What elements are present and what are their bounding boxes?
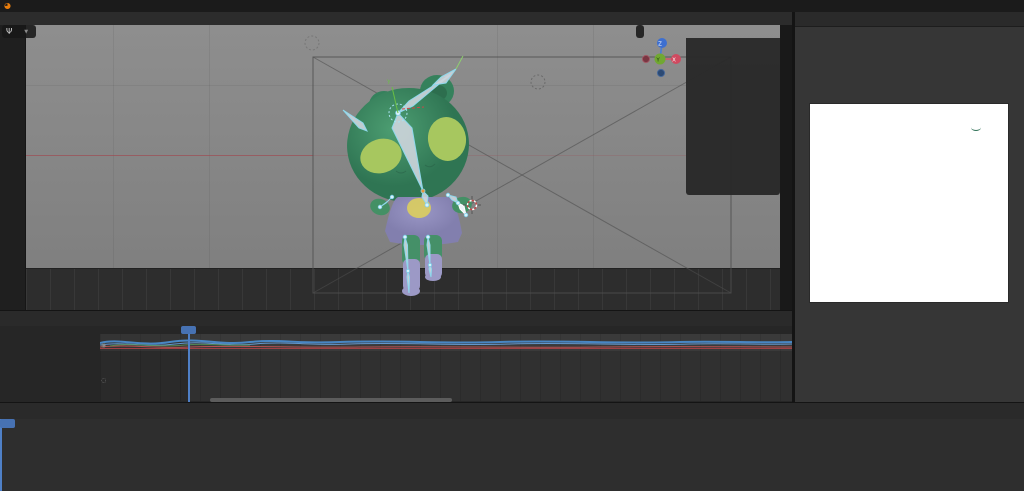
chevron-down-icon: ▼ — [24, 29, 28, 35]
current-frame-pill[interactable] — [0, 419, 15, 428]
dope-sheet-ruler[interactable] — [0, 326, 792, 334]
scene-canvas[interactable]: Y Z X — [0, 25, 792, 310]
image-editor-header — [795, 12, 1024, 27]
dope-sheet-keys-area[interactable]: ◉ ◌ — [100, 334, 792, 401]
viewport-toolbar — [0, 25, 26, 310]
current-frame-pill[interactable] — [181, 326, 196, 334]
add-workspace-button[interactable] — [23, 5, 35, 7]
blender-window: ◕ — [0, 0, 1024, 491]
bone-axis-y-label: Y — [386, 79, 391, 86]
dope-sheet-channels — [0, 334, 100, 401]
blender-logo-icon[interactable]: ◕ — [4, 2, 11, 10]
playhead-line[interactable] — [188, 326, 190, 402]
viewport-header: Ψ ▼ — [2, 25, 36, 38]
timeline — [0, 402, 1024, 491]
empty-circle — [305, 36, 319, 50]
tool-settings-bar — [0, 12, 792, 26]
empty-circle — [531, 75, 545, 89]
viewport-shading-cluster — [636, 25, 644, 38]
axis-y-label: Y — [655, 58, 660, 64]
timeline-body[interactable] — [0, 419, 1024, 491]
viewport-3d[interactable]: Y Z X — [0, 25, 792, 310]
smile-mark — [971, 124, 981, 131]
texture-image[interactable] — [810, 104, 1008, 302]
axis-z-label: Z — [658, 42, 662, 48]
editor-divider[interactable] — [792, 12, 795, 402]
channel-extra-icon: ◌ — [101, 378, 106, 384]
timeline-header — [0, 403, 1024, 420]
playhead-line[interactable] — [0, 419, 2, 491]
pose-mode-icon: Ψ — [6, 28, 12, 36]
nav-gizmo[interactable]: Z X Y — [642, 38, 681, 77]
fcurve-preview — [100, 334, 792, 353]
axis-x-label: X — [672, 58, 676, 64]
n-panel — [686, 38, 780, 195]
n-panel-tabs — [780, 25, 792, 310]
image-editor — [795, 12, 1024, 402]
channel-extra-icon: ◉ — [101, 343, 106, 349]
dope-sheet-header — [0, 311, 792, 327]
dope-sheet: ◉ ◌ — [0, 310, 792, 403]
